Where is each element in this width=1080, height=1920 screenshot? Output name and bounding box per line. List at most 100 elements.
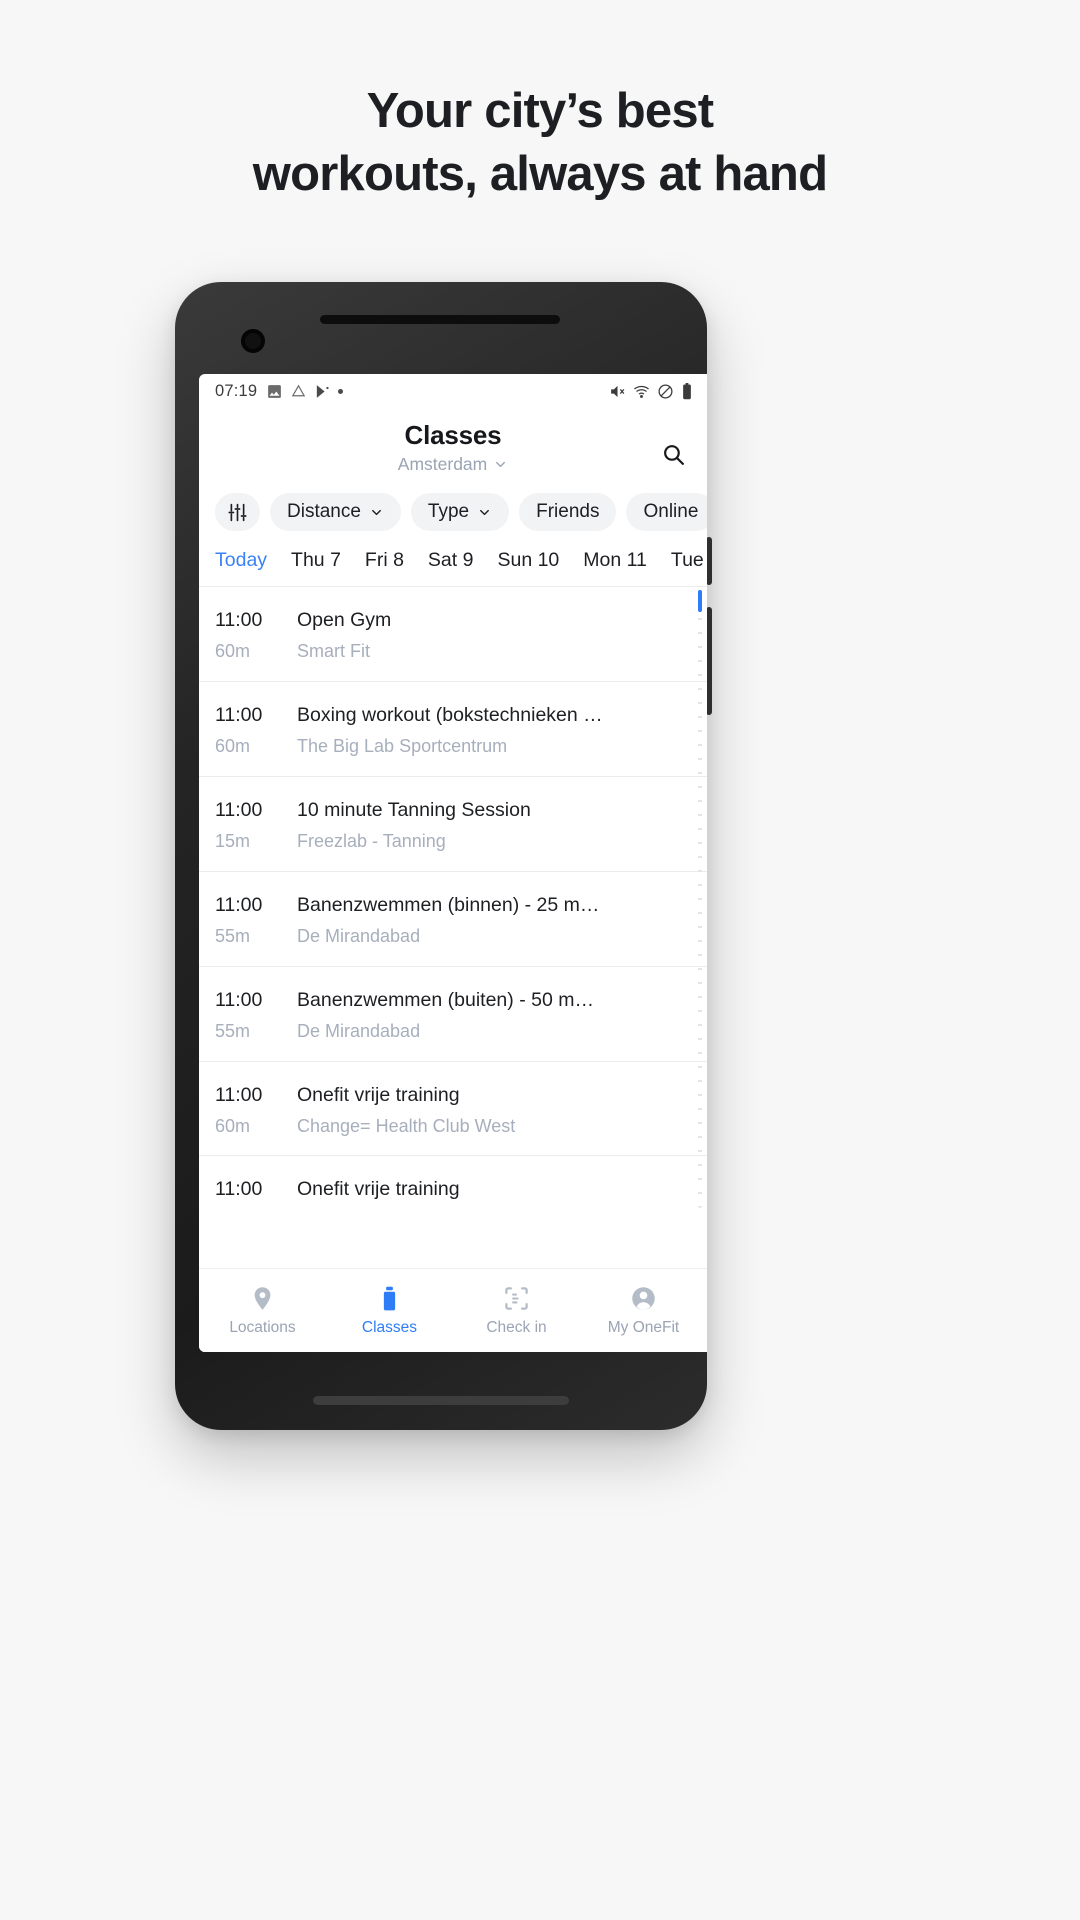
class-start-time: 11:00 bbox=[215, 609, 263, 631]
class-info-block: Onefit vrije training Change= Health Clu… bbox=[297, 1082, 687, 1138]
date-tab-fri-8[interactable]: Fri 8 bbox=[365, 549, 404, 572]
filter-chip-friends[interactable]: Friends bbox=[519, 493, 617, 531]
promo-headline-line-1: Your city’s best bbox=[366, 84, 714, 138]
account-icon bbox=[632, 1286, 655, 1310]
filter-sliders-button[interactable] bbox=[215, 493, 260, 531]
chevron-down-icon bbox=[371, 509, 381, 515]
page-title: Classes bbox=[404, 420, 502, 451]
class-info-block: Open Gym Smart Fit bbox=[297, 607, 687, 663]
table-row[interactable]: 11:00 60m Boxing workout (bokstechnieken… bbox=[199, 680, 707, 776]
class-info-block: 10 minute Tanning Session Freezlab - Tan… bbox=[297, 797, 687, 853]
search-button[interactable] bbox=[657, 438, 689, 470]
class-time-block: 11:00 15m bbox=[215, 797, 297, 853]
table-row[interactable]: 11:00 55m Banenzwemmen (buiten) - 50 m… … bbox=[199, 965, 707, 1061]
date-tab-tue-12[interactable]: Tue 12 bbox=[671, 549, 707, 572]
app-bar: Classes Amsterdam bbox=[199, 408, 707, 486]
status-bar-system-icons bbox=[609, 382, 693, 400]
drive-icon bbox=[292, 384, 306, 396]
bottom-navigation[interactable]: Locations Classes Check in My OneFit bbox=[199, 1268, 707, 1352]
date-tab-thu-7[interactable]: Thu 7 bbox=[291, 549, 341, 572]
photos-icon bbox=[268, 384, 282, 398]
table-row[interactable]: 11:00 55m Banenzwemmen (binnen) - 25 m… … bbox=[199, 870, 707, 966]
filter-chips-row[interactable]: Distance Type Friends Online bbox=[199, 486, 707, 538]
class-name: 10 minute Tanning Session bbox=[297, 798, 531, 821]
class-name: Banenzwemmen (buiten) - 50 m… bbox=[297, 988, 594, 1011]
class-duration: 60m bbox=[215, 641, 251, 662]
nav-item-label: Locations bbox=[229, 1318, 296, 1336]
class-venue: Change= Health Club West bbox=[297, 1115, 516, 1136]
map-pin-icon bbox=[254, 1286, 271, 1310]
filter-chip-type[interactable]: Type bbox=[410, 493, 510, 531]
city-selector-label: Amsterdam bbox=[397, 453, 488, 474]
date-tab-sat-9[interactable]: Sat 9 bbox=[428, 549, 474, 572]
class-time-block: 11:00 55m bbox=[215, 892, 297, 948]
scrollbar-track[interactable] bbox=[698, 590, 702, 1208]
class-list[interactable]: 11:00 60m Open Gym Smart Fit 11:00 60m B… bbox=[199, 586, 707, 1213]
scrollbar-thumb[interactable] bbox=[698, 590, 702, 612]
class-duration: 60m bbox=[215, 736, 251, 757]
class-name: Onefit vrije training bbox=[297, 1178, 460, 1201]
nav-item-locations[interactable]: Locations bbox=[199, 1285, 326, 1337]
status-bar: 07:19 bbox=[199, 374, 707, 408]
class-time-block: 11:00 60m bbox=[215, 1082, 297, 1138]
chevron-down-icon bbox=[496, 461, 506, 467]
nav-item-label: My OneFit bbox=[607, 1318, 680, 1336]
table-row[interactable]: 11:00 60m Onefit vrije training Change= … bbox=[199, 1060, 707, 1156]
class-info-block: Banenzwemmen (buiten) - 50 m… De Miranda… bbox=[297, 987, 687, 1043]
status-bar-notification-icons bbox=[266, 383, 344, 400]
class-venue: De Mirandabad bbox=[297, 1020, 421, 1041]
more-dot-icon bbox=[338, 388, 344, 394]
nav-item-check-in[interactable]: Check in bbox=[453, 1285, 580, 1337]
class-time-block: 11:00 55m bbox=[215, 987, 297, 1043]
class-name: Banenzwemmen (binnen) - 25 m… bbox=[297, 893, 600, 916]
class-venue: Smart Fit bbox=[297, 641, 371, 662]
filter-chip-label: Distance bbox=[287, 501, 361, 522]
phone-mockup: 07:19 Classes Amsterdam Distance Type Fr… bbox=[175, 282, 712, 1430]
filter-chip-online[interactable]: Online bbox=[626, 493, 707, 531]
nav-item-label: Check in bbox=[486, 1318, 547, 1336]
filter-chip-label: Online bbox=[643, 501, 699, 522]
class-venue: Freezlab - Tanning bbox=[297, 831, 446, 852]
table-row[interactable]: 11:00 60m Open Gym Smart Fit bbox=[199, 586, 707, 681]
class-start-time: 11:00 bbox=[215, 703, 263, 726]
city-selector[interactable]: Amsterdam bbox=[398, 454, 508, 475]
date-tab-sun-10[interactable]: Sun 10 bbox=[497, 549, 559, 572]
filter-chip-label: Type bbox=[427, 501, 470, 522]
chevron-down-icon bbox=[480, 509, 490, 515]
class-start-time: 11:00 bbox=[215, 988, 263, 1011]
class-duration: 60m bbox=[215, 1115, 251, 1136]
date-tabs-row[interactable]: Today Thu 7 Fri 8 Sat 9 Sun 10 Mon 11 Tu… bbox=[199, 538, 707, 586]
water-bottle-icon bbox=[383, 1286, 396, 1310]
class-duration: 15m bbox=[215, 831, 251, 852]
class-name: Open Gym bbox=[297, 609, 392, 631]
status-bar-time: 07:19 bbox=[215, 381, 258, 400]
class-duration: 55m bbox=[215, 1020, 251, 1041]
class-name: Boxing workout (bokstechnieken … bbox=[297, 703, 603, 726]
mute-icon bbox=[611, 385, 625, 397]
phone-screen: 07:19 Classes Amsterdam Distance Type Fr… bbox=[199, 374, 707, 1352]
play-store-icon bbox=[317, 384, 329, 398]
class-start-time: 11:00 bbox=[215, 798, 263, 821]
table-row[interactable]: 11:00 Onefit vrije training bbox=[199, 1155, 707, 1213]
battery-icon bbox=[683, 382, 691, 399]
class-start-time: 11:00 bbox=[215, 893, 263, 916]
nav-item-my-onefit[interactable]: My OneFit bbox=[580, 1285, 707, 1337]
filter-chip-distance[interactable]: Distance bbox=[270, 493, 401, 531]
table-row[interactable]: 11:00 15m 10 minute Tanning Session Free… bbox=[199, 775, 707, 871]
promo-headline: Your city’s best workouts, always at han… bbox=[0, 80, 1080, 205]
class-venue: De Mirandabad bbox=[297, 926, 421, 947]
class-info-block: Banenzwemmen (binnen) - 25 m… De Miranda… bbox=[297, 892, 687, 948]
promo-headline-line-2: workouts, always at hand bbox=[252, 146, 828, 201]
class-info-block: Boxing workout (bokstechnieken … The Big… bbox=[297, 702, 687, 758]
phone-front-camera bbox=[241, 329, 265, 353]
class-start-time: 11:00 bbox=[215, 1083, 263, 1106]
class-start-time: 11:00 bbox=[215, 1178, 263, 1201]
phone-home-indicator bbox=[313, 1396, 569, 1405]
class-duration: 55m bbox=[215, 926, 251, 947]
class-name: Onefit vrije training bbox=[297, 1083, 460, 1106]
nav-item-classes[interactable]: Classes bbox=[326, 1285, 453, 1337]
date-tab-mon-11[interactable]: Mon 11 bbox=[583, 549, 647, 572]
phone-earpiece bbox=[320, 315, 560, 324]
class-venue: The Big Lab Sportcentrum bbox=[297, 736, 508, 757]
date-tab-today[interactable]: Today bbox=[215, 549, 267, 572]
